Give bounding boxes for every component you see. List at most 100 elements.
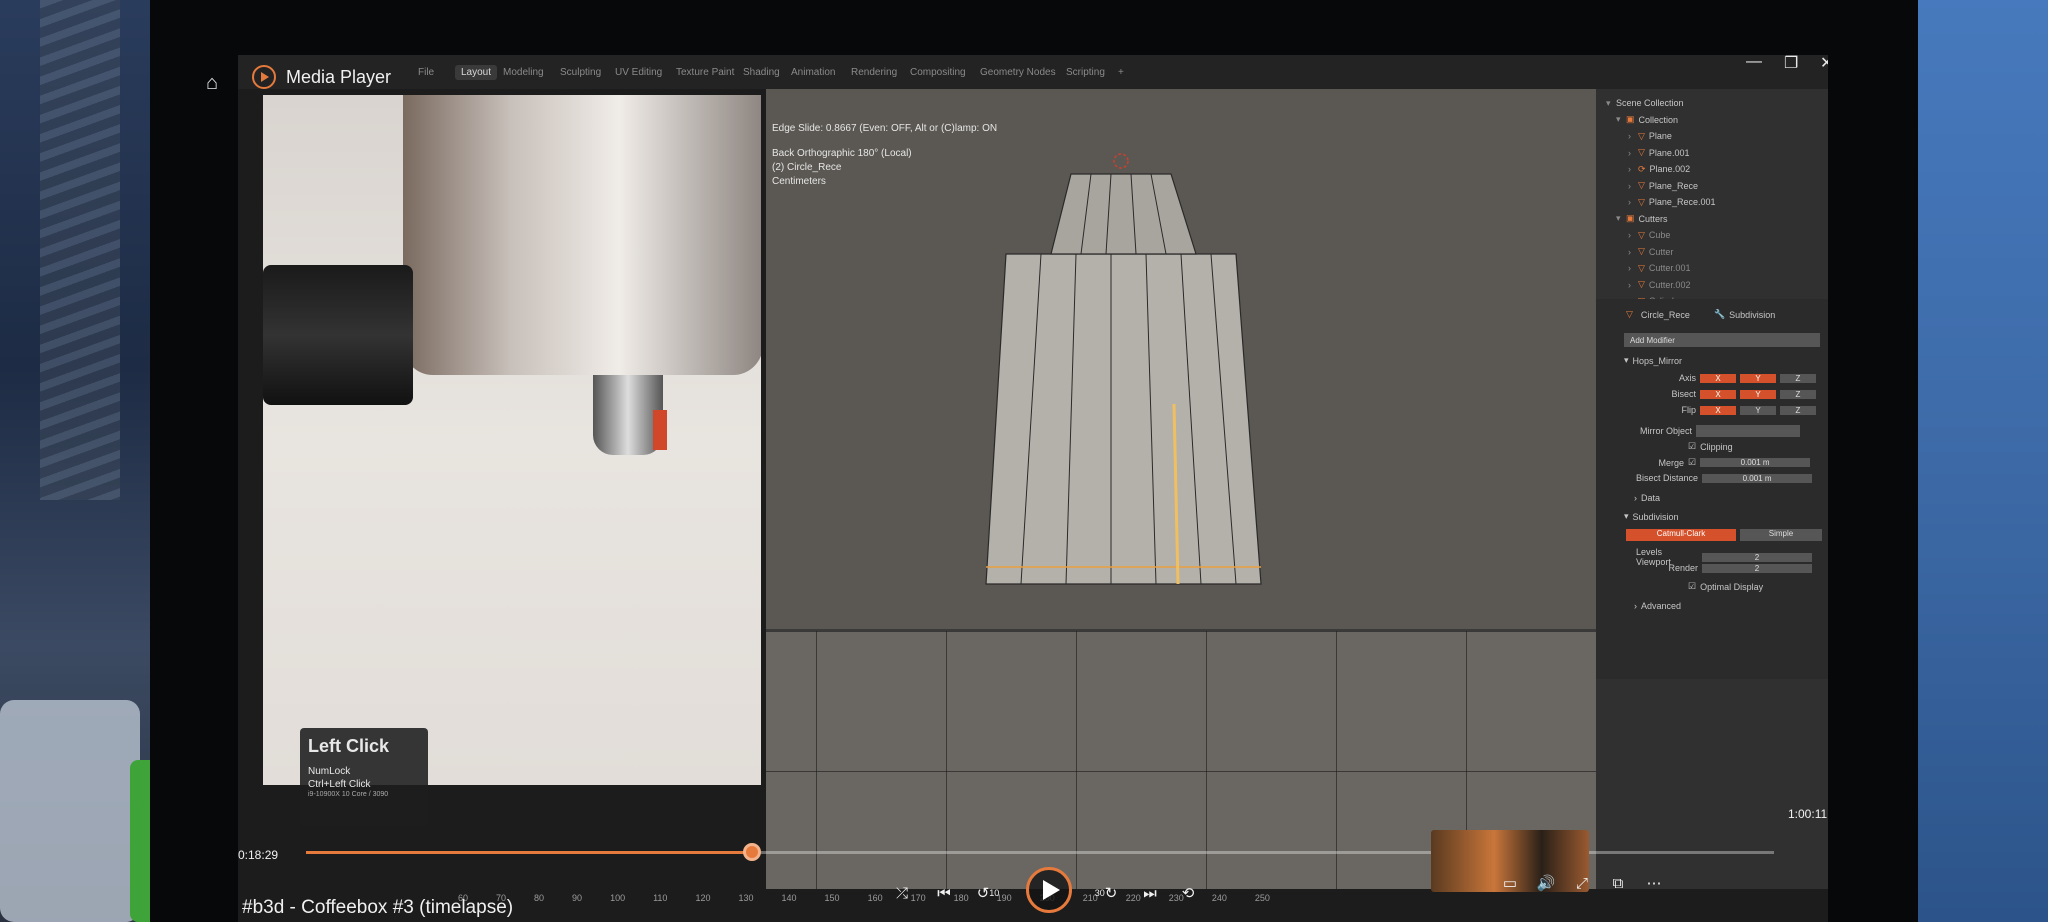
tab-layout[interactable]: Layout [455,65,498,80]
bisect-distance-field[interactable]: 0.001 m [1702,473,1813,483]
3d-viewport[interactable]: Edge Slide: 0.8667 (Even: OFF, Alt or (C… [766,89,1596,889]
catmull-clark-button[interactable]: Catmull-Clark [1626,529,1736,541]
mirror-modifier-name[interactable]: Hops_Mirror [1633,356,1683,366]
collection-icon: ▣ [1626,114,1635,125]
timeline-frame-number: 160 [867,893,883,903]
seek-bar-progress [306,851,753,854]
checkbox-icon[interactable]: ☑ [1688,441,1696,452]
shuffle-icon[interactable]: ⤮ [888,881,916,905]
timeline-frame-number: 130 [738,893,754,903]
mesh-icon: ▽ [1626,309,1633,319]
play-button[interactable] [1026,867,1072,913]
subdivision-modifier-name[interactable]: Subdivision [1633,512,1679,522]
tab-scripting[interactable]: Scripting [1066,67,1105,78]
tab-animation[interactable]: Animation [791,67,835,78]
merge-value-field[interactable]: 0.001 m [1700,458,1811,467]
chevron-down-icon[interactable]: ▾ [1624,511,1629,522]
maximize-button[interactable]: ❐ [1784,55,1798,73]
advanced-panel[interactable]: › Advanced [1634,601,1681,611]
tab-rendering[interactable]: Rendering [851,67,897,78]
timeline-frame-number: 120 [695,893,711,903]
timeline-frame-number: 150 [824,893,840,903]
properties-editor: ▽ Circle_Rece 🔧 Subdivision Add Modifier… [1596,299,1828,679]
collection-icon: ▣ [1626,213,1635,224]
render-levels-field[interactable]: 2 [1702,563,1812,573]
optimal-display-row[interactable]: ☑ Optimal Display [1688,581,1763,592]
tab-geometry-nodes[interactable]: Geometry Nodes [980,67,1056,78]
simple-button[interactable]: Simple [1740,529,1822,541]
curtain [40,0,120,500]
outliner-collection[interactable]: ▾ ▣ Collection [1606,112,1828,129]
previous-icon[interactable]: ⏮ [930,881,958,905]
blender-workspace-bar: File Layout Modeling Sculpting UV Editin… [238,55,1828,89]
outliner-item[interactable]: › ▽ Plane_Rece.001 [1606,194,1828,211]
outliner-item[interactable]: › ▽ Plane_Rece [1606,178,1828,195]
tab-texture-paint[interactable]: Texture Paint [676,67,734,78]
minimize-button[interactable]: — [1746,55,1762,71]
bisect-row: Bisect X Y Z [1656,389,1816,399]
outliner-item[interactable]: › ▽ Cutter [1606,244,1828,261]
checkbox-icon[interactable]: ☑ [1688,581,1696,592]
tab-modeling[interactable]: Modeling [503,67,544,78]
skip-forward-button[interactable]: 30 ↻ [1090,881,1122,905]
scene-collection-label: Scene Collection [1616,98,1684,109]
tab-compositing[interactable]: Compositing [910,67,966,78]
outliner-item[interactable]: › ▽ Plane.001 [1606,145,1828,162]
seek-handle[interactable] [743,843,762,861]
data-label: Data [1641,493,1661,503]
outliner-item[interactable]: › ▽ Plane [1606,128,1828,145]
outliner-item[interactable]: › ⟳ Plane.002 [1606,161,1828,178]
outliner-scene-collection[interactable]: ▾ Scene Collection [1606,95,1828,112]
data-panel[interactable]: › Data [1634,493,1660,503]
tab-uv-editing[interactable]: UV Editing [615,67,662,78]
outliner-item-label: Cube [1648,230,1671,241]
mesh-icon: ▽ [1638,130,1645,141]
chevron-right-icon: › [1634,601,1637,611]
bisect-x-toggle[interactable]: X [1700,389,1736,399]
outliner-item[interactable]: › ▽ Cutter.002 [1606,277,1828,294]
more-options-icon[interactable]: ⋯ [1640,871,1668,895]
close-button[interactable]: ✕ [1820,55,1828,73]
chevron-down-icon[interactable]: ▾ [1624,355,1629,366]
flip-row: Flip X Y Z [1656,405,1816,415]
tab-file[interactable]: File [418,67,434,78]
skip-back-button[interactable]: ↺ 10 [972,881,1004,905]
axis-x-toggle[interactable]: X [1700,373,1736,383]
skip-forward-seconds: 30 [1094,888,1105,898]
bisect-z-toggle[interactable]: Z [1780,389,1816,399]
timeline-frame-number: 100 [610,893,626,903]
timeline-frame-number: 240 [1211,893,1227,903]
home-icon[interactable]: ⌂ [206,72,218,95]
keycast-primary: Left Click [308,736,390,756]
checkbox-icon[interactable]: ☑ [1688,457,1696,468]
wrench-icon: 🔧 [1713,309,1726,319]
subdivision-modifier-header: ▾ Subdivision [1624,511,1679,522]
levels-viewport-field[interactable]: 2 [1702,552,1812,562]
mirror-object-field[interactable] [1696,425,1801,437]
clipping-row[interactable]: ☑ Clipping [1688,441,1733,452]
timeline-frame-number: 140 [781,893,797,903]
add-modifier-dropdown[interactable]: Add Modifier [1624,333,1820,347]
axis-label: Axis [1678,373,1696,383]
flip-z-toggle[interactable]: Z [1780,405,1816,415]
mesh-icon: ▽ [1638,147,1645,158]
flip-x-toggle[interactable]: X [1700,405,1736,415]
tab-shading[interactable]: Shading [743,67,780,78]
repeat-off-icon[interactable]: ⟲ [1174,881,1202,905]
outliner-item[interactable]: › ▽ Cube [1606,227,1828,244]
next-icon[interactable]: ⏭ [1136,881,1164,905]
add-workspace-button[interactable]: + [1118,67,1124,78]
flip-y-toggle[interactable]: Y [1740,405,1776,415]
bisect-y-toggle[interactable]: Y [1740,389,1776,399]
volume-icon[interactable]: 🔊 [1532,871,1560,895]
skip-forward-icon: ↻ [1104,885,1118,902]
cast-icon[interactable]: ⧉ [1604,871,1632,895]
axis-y-toggle[interactable]: Y [1740,373,1776,383]
miniplayer-icon[interactable]: ▭ [1496,871,1524,895]
timeline-frame-number: 80 [534,893,545,903]
outliner-item[interactable]: › ▽ Cutter.001 [1606,260,1828,277]
tab-sculpting[interactable]: Sculpting [560,67,601,78]
fullscreen-icon[interactable]: ⤢ [1568,871,1596,895]
axis-z-toggle[interactable]: Z [1780,373,1816,383]
outliner-cutters[interactable]: ▾ ▣ Cutters [1606,211,1828,228]
